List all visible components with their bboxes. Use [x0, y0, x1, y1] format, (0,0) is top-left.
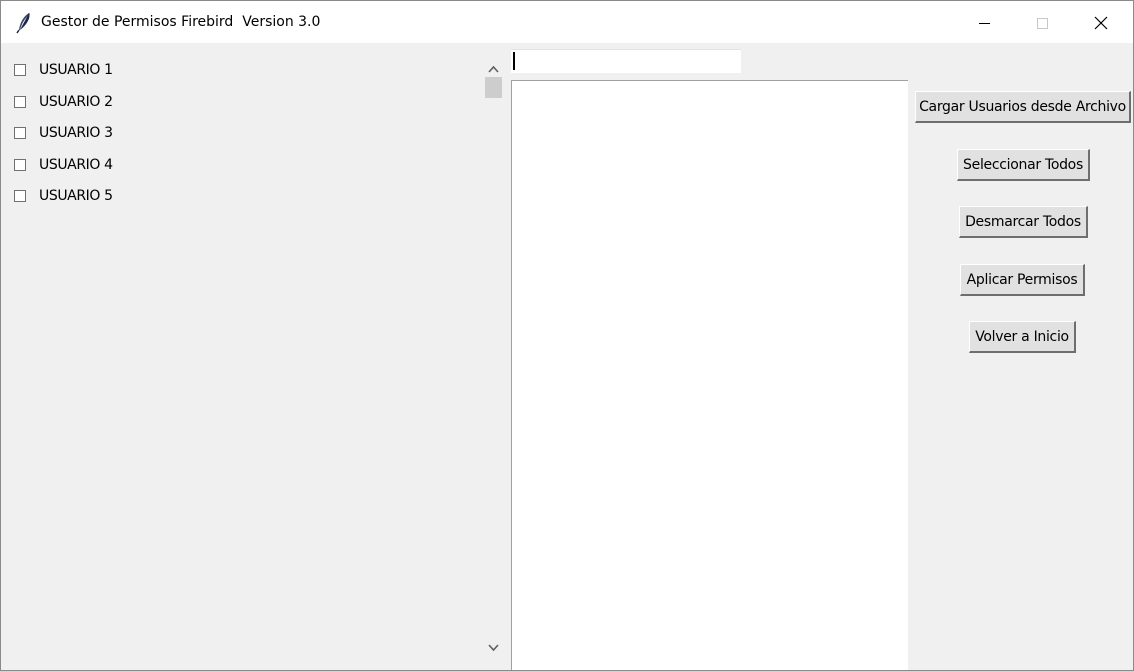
output-text-area[interactable] [511, 80, 908, 670]
scroll-thumb[interactable] [485, 77, 502, 98]
user-checkbox[interactable] [14, 159, 26, 171]
title-bar[interactable]: Gestor de Permisos Firebird Version 3.0 [1, 1, 1133, 43]
chevron-up-icon[interactable] [486, 60, 501, 73]
user-label: USUARIO 1 [39, 62, 113, 78]
select-all-button[interactable]: Seleccionar Todos [957, 149, 1090, 181]
maximize-icon [1037, 18, 1048, 29]
maximize-button[interactable] [1013, 1, 1071, 43]
close-icon [1094, 16, 1108, 30]
load-users-from-file-button[interactable]: Cargar Usuarios desde Archivo [915, 91, 1131, 123]
text-cursor [513, 52, 515, 70]
user-checkbox[interactable] [14, 190, 26, 202]
user-list-scrollbar[interactable] [483, 54, 504, 659]
window-title: Gestor de Permisos Firebird Version 3.0 [41, 14, 321, 30]
search-input[interactable] [511, 49, 741, 73]
minimize-button[interactable] [955, 1, 1013, 43]
user-label: USUARIO 2 [39, 94, 113, 110]
clipped-edge-text [1130, 310, 1133, 322]
user-label: USUARIO 3 [39, 125, 113, 141]
user-checkbox[interactable] [14, 64, 26, 76]
minimize-icon [979, 23, 990, 24]
user-checkbox[interactable] [14, 127, 26, 139]
feather-icon [15, 12, 33, 34]
user-label: USUARIO 4 [39, 157, 113, 173]
close-button[interactable] [1072, 1, 1130, 43]
apply-permissions-button[interactable]: Aplicar Permisos [960, 264, 1085, 296]
deselect-all-button[interactable]: Desmarcar Todos [959, 206, 1088, 238]
chevron-down-icon[interactable] [486, 639, 501, 652]
user-label: USUARIO 5 [39, 188, 113, 204]
app-window: Gestor de Permisos Firebird Version 3.0 … [0, 0, 1134, 671]
back-to-home-button[interactable]: Volver a Inicio [969, 321, 1076, 353]
user-checkbox[interactable] [14, 96, 26, 108]
